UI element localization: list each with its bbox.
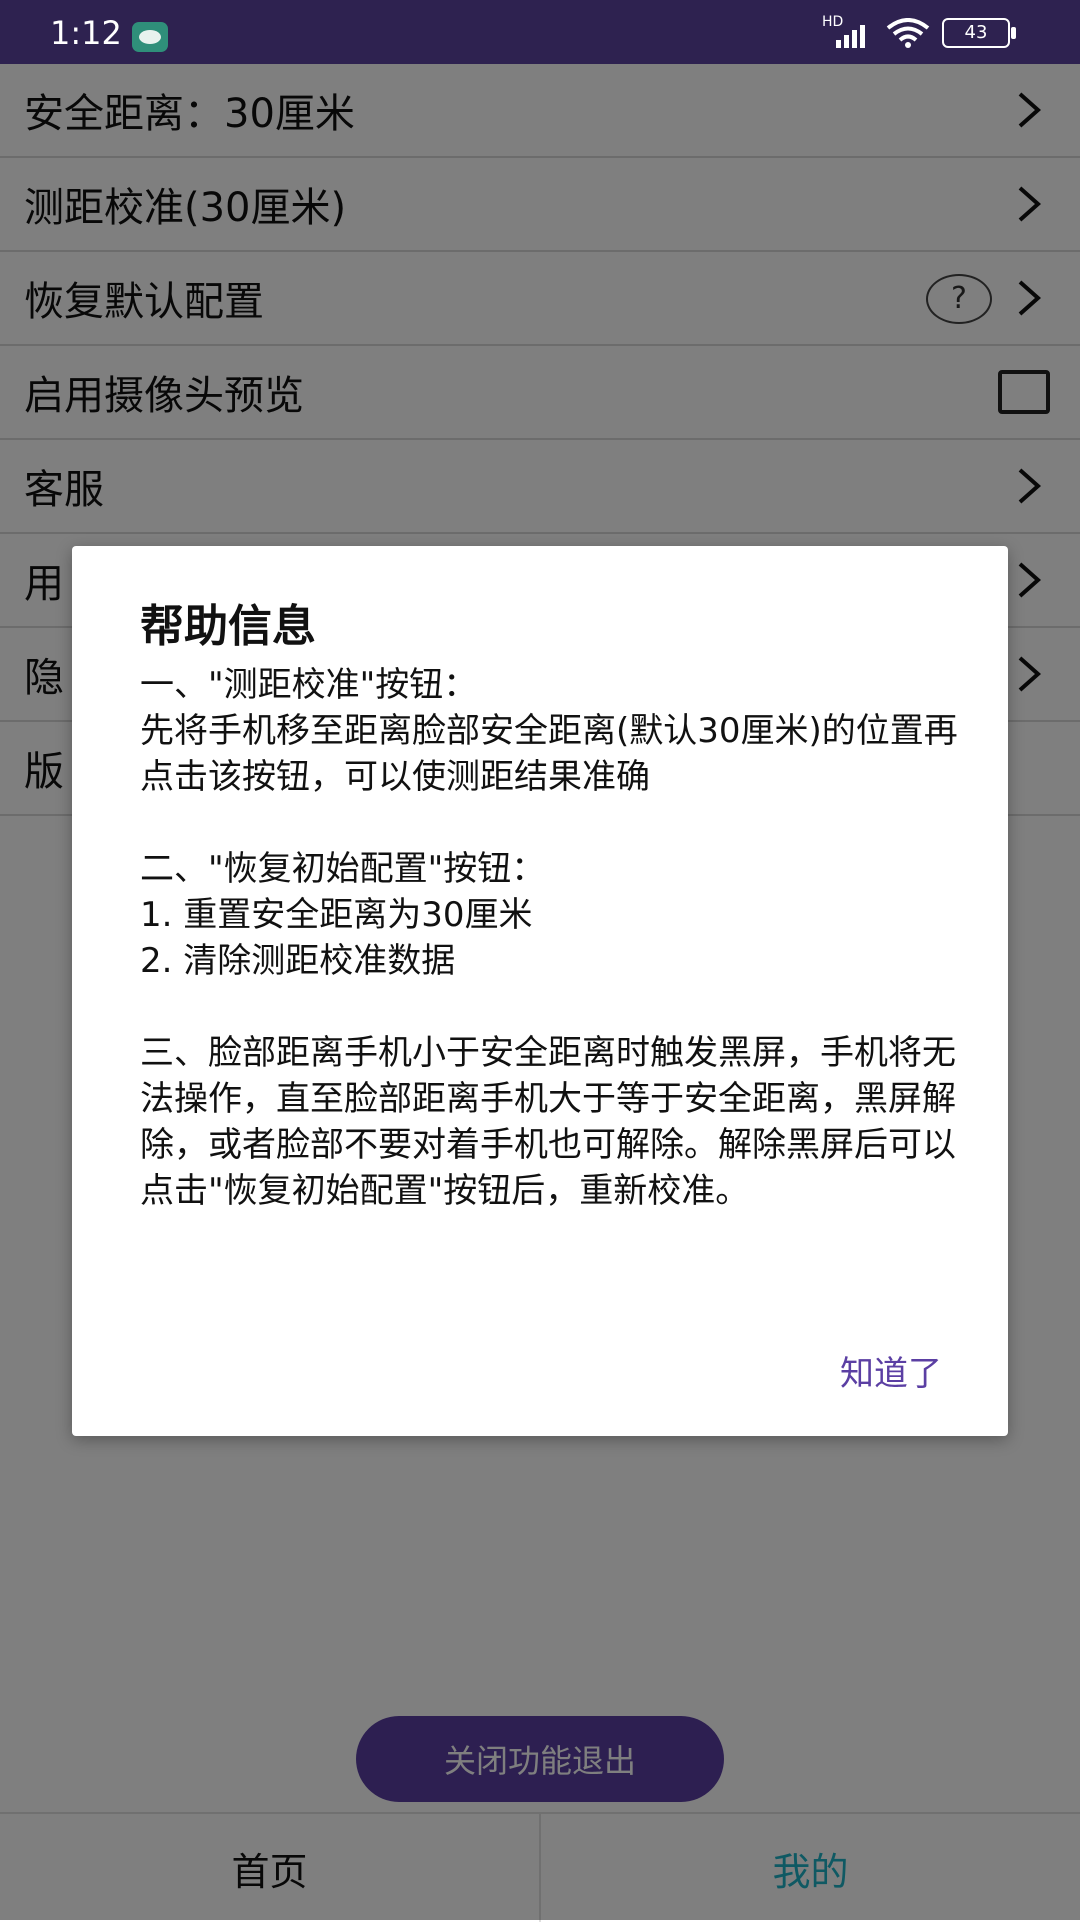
- signal-icon: HD: [822, 14, 874, 48]
- dialog-paragraph: 一、"测距校准"按钮：: [140, 665, 478, 705]
- app-notification-icon: [132, 22, 168, 52]
- dialog-paragraph: 1. 重置安全距离为30厘米: [140, 895, 533, 935]
- battery-icon: 43: [942, 18, 1016, 48]
- dialog-spacer: [140, 984, 960, 1030]
- status-bar: 1:12 HD 43: [0, 0, 1080, 64]
- wifi-icon: [886, 18, 930, 48]
- dialog-paragraph: 二、"恢复初始配置"按钮：: [140, 849, 546, 889]
- help-dialog: 帮助信息 一、"测距校准"按钮： 先将手机移至距离脸部安全距离(默认30厘米)的…: [72, 546, 1008, 1436]
- battery-level: 43: [964, 22, 988, 43]
- dialog-paragraph: 2. 清除测距校准数据: [140, 941, 456, 981]
- dialog-paragraph: 三、脸部距离手机小于安全距离时触发黑屏，手机将无法操作，直至脸部距离手机大于等于…: [140, 1033, 956, 1211]
- dialog-title: 帮助信息: [140, 601, 316, 652]
- dialog-paragraph: 先将手机移至距离脸部安全距离(默认30厘米)的位置再点击该按钮，可以使测距结果准…: [140, 711, 958, 797]
- ok-button[interactable]: 知道了: [840, 1346, 942, 1395]
- status-time: 1:12: [50, 14, 122, 52]
- dialog-body: 一、"测距校准"按钮： 先将手机移至距离脸部安全距离(默认30厘米)的位置再点击…: [140, 662, 960, 1214]
- dialog-spacer: [140, 800, 960, 846]
- status-icons: HD 43: [822, 14, 1016, 48]
